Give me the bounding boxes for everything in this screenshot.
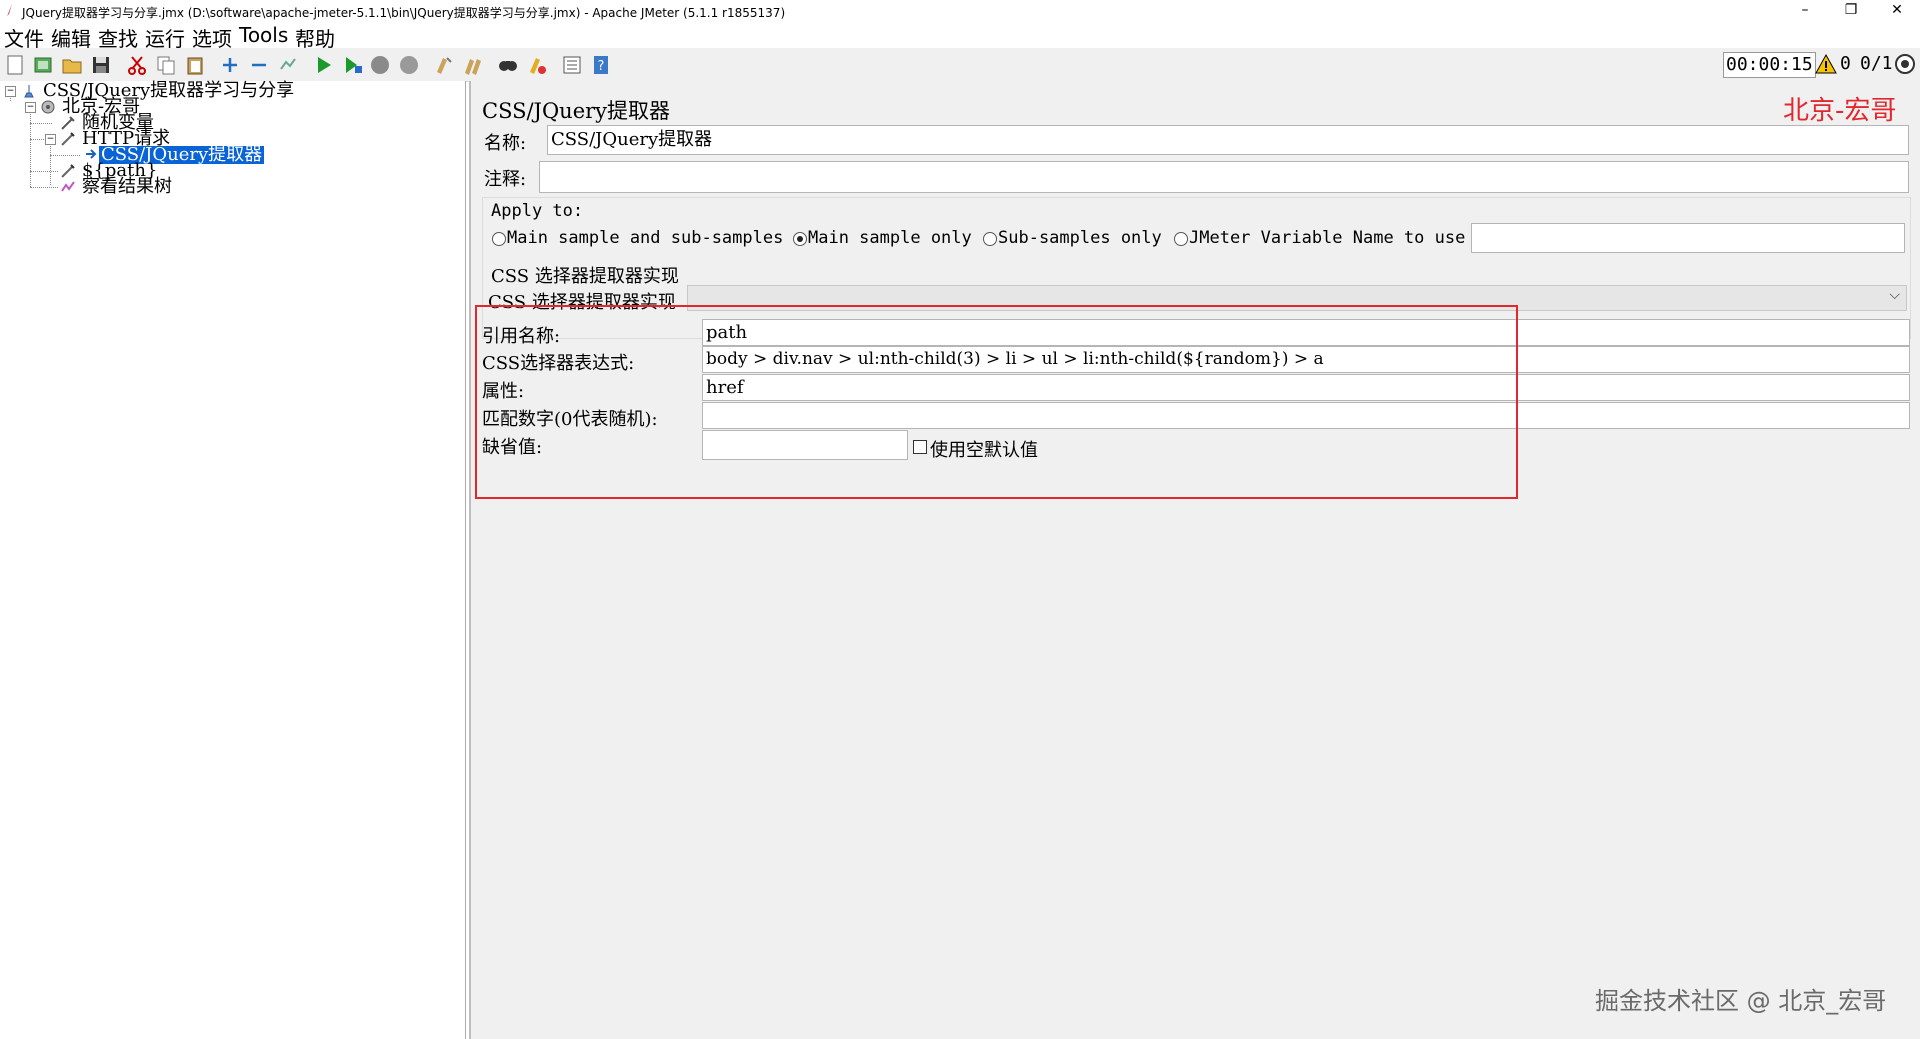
reset-search-icon[interactable] xyxy=(526,54,548,76)
elapsed-timer: 00:00:15 xyxy=(1723,52,1816,78)
close-button[interactable]: ✕ xyxy=(1874,1,1920,21)
window-title: JQuery提取器学习与分享.jmx (D:\software\apache-j… xyxy=(22,6,786,20)
test-plan-tree: − − − CSS/JQuery提取器学习与分享 北京-宏哥 随机变量 HTTP… xyxy=(0,81,466,1039)
panel-title: CSS/JQuery提取器 xyxy=(482,99,671,123)
radio-main-and-sub[interactable] xyxy=(492,232,506,246)
search-icon[interactable] xyxy=(497,54,519,76)
comment-label: 注释: xyxy=(484,169,527,190)
radio-variable-name-label: JMeter Variable Name to use xyxy=(1189,228,1466,248)
tree-item-label: 察看结果树 xyxy=(82,176,172,197)
save-icon[interactable] xyxy=(90,54,112,76)
clear-all-icon[interactable] xyxy=(462,54,484,76)
tree-expander-test-plan[interactable]: − xyxy=(5,86,16,97)
new-icon[interactable] xyxy=(4,54,26,76)
radio-variable-name[interactable] xyxy=(1174,232,1188,246)
toggle-icon[interactable] xyxy=(277,54,299,76)
restore-button[interactable]: ❐ xyxy=(1828,1,1874,21)
listener-icon xyxy=(61,181,75,192)
radio-main-only[interactable] xyxy=(793,232,807,246)
sampler-icon xyxy=(61,164,75,178)
apply-to-label: Apply to: xyxy=(491,201,584,221)
post-processor-icon xyxy=(86,149,97,159)
menu-bar: 文件 编辑 查找 运行 选项 Tools 帮助 xyxy=(0,22,1920,51)
radio-sub-only[interactable] xyxy=(983,232,997,246)
impl-group-label: CSS 选择器提取器实现 xyxy=(491,266,679,287)
watermark-bottom: 掘金技术社区 @ 北京_宏哥 xyxy=(1595,987,1887,1015)
help-icon[interactable]: ? xyxy=(590,54,612,76)
watermark-top: 北京-宏哥 xyxy=(1783,96,1897,126)
minimize-button[interactable]: – xyxy=(1782,1,1828,21)
copy-icon[interactable] xyxy=(155,54,177,76)
radio-main-only-label: Main sample only xyxy=(808,228,972,248)
clear-icon[interactable] xyxy=(433,54,455,76)
menu-tools[interactable]: Tools xyxy=(239,23,288,47)
name-field[interactable]: CSS/JQuery提取器 xyxy=(547,125,1909,155)
start-no-pauses-icon[interactable] xyxy=(342,54,364,76)
warning-count: 0 xyxy=(1840,53,1851,74)
open-icon[interactable] xyxy=(61,54,83,76)
radio-sub-only-label: Sub-samples only xyxy=(998,228,1162,248)
comment-field[interactable] xyxy=(539,161,1909,193)
templates-icon[interactable] xyxy=(32,54,54,76)
highlight-box xyxy=(475,305,1518,499)
toolbar: ? 00:00:15 0 0/1 xyxy=(0,48,1920,82)
test-plan-icon xyxy=(24,85,34,98)
warning-icon[interactable] xyxy=(1815,53,1837,75)
thread-group-icon xyxy=(41,100,55,114)
collapse-all-icon[interactable] xyxy=(248,54,270,76)
jmeter-feather-icon xyxy=(7,4,12,16)
extractor-panel: CSS/JQuery提取器 北京-宏哥 名称: CSS/JQuery提取器 注释… xyxy=(469,81,1920,1039)
radio-main-and-sub-label: Main sample and sub-samples xyxy=(507,228,784,248)
start-icon[interactable] xyxy=(313,54,335,76)
active-threads: 0/1 xyxy=(1860,53,1893,74)
variable-name-field[interactable] xyxy=(1471,223,1905,253)
tree-expander-http-request[interactable]: − xyxy=(45,134,56,145)
name-label: 名称: xyxy=(484,133,527,154)
stop-icon[interactable] xyxy=(369,54,391,76)
shutdown-icon[interactable] xyxy=(398,54,420,76)
window-title-bar: JQuery提取器学习与分享.jmx (D:\software\apache-j… xyxy=(0,0,1920,22)
config-element-icon xyxy=(61,116,75,130)
paste-icon[interactable] xyxy=(184,54,206,76)
expand-all-icon[interactable] xyxy=(219,54,241,76)
svg-text:?: ? xyxy=(598,59,605,74)
cut-icon[interactable] xyxy=(126,54,148,76)
chevron-down-icon: ⌵ xyxy=(1889,287,1900,303)
log-viewer-icon[interactable] xyxy=(1894,53,1916,75)
sampler-icon xyxy=(61,132,75,146)
tree-expander-thread-group[interactable]: − xyxy=(25,102,36,113)
function-helper-icon[interactable] xyxy=(561,54,583,76)
